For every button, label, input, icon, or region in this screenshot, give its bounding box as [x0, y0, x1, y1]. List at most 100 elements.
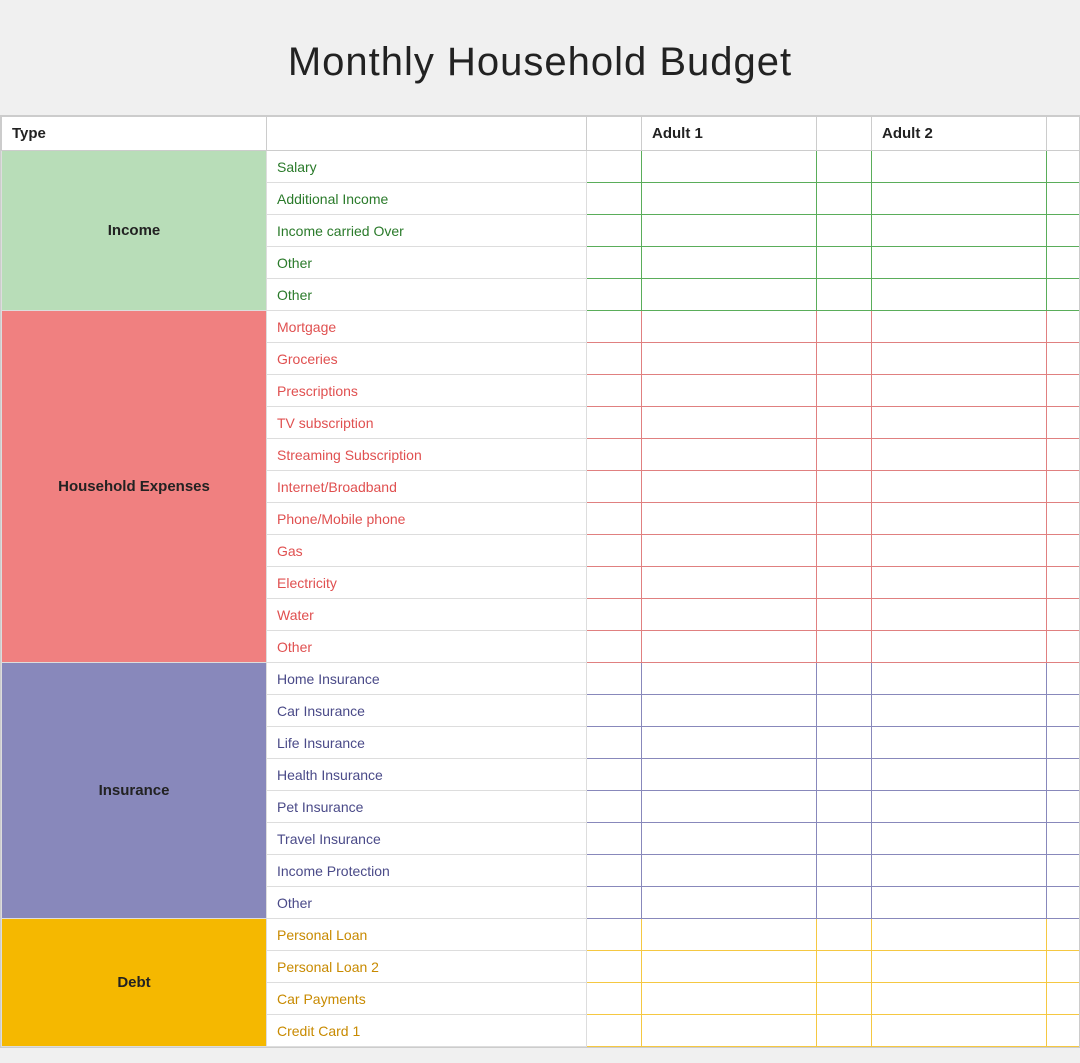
adult2-data-cell[interactable]: [872, 855, 1047, 887]
adult1-data-cell[interactable]: [642, 407, 817, 439]
spacer-cell: [817, 887, 872, 919]
adult2-data-cell[interactable]: [872, 407, 1047, 439]
spacer-cell: [817, 567, 872, 599]
label-cell: Groceries: [267, 343, 587, 375]
adult1-data-cell[interactable]: [642, 663, 817, 695]
adult1-data-cell[interactable]: [642, 919, 817, 951]
adult1-data-cell[interactable]: [642, 983, 817, 1015]
adult2-data-cell[interactable]: [872, 887, 1047, 919]
spacer-cell: [817, 1015, 872, 1047]
label-cell: Other: [267, 247, 587, 279]
extra-cell: [1047, 151, 1080, 183]
adult1-data-cell[interactable]: [642, 887, 817, 919]
spacer-cell: [587, 823, 642, 855]
adult2-data-cell[interactable]: [872, 535, 1047, 567]
adult2-data-cell[interactable]: [872, 919, 1047, 951]
label-cell: Health Insurance: [267, 759, 587, 791]
adult1-data-cell[interactable]: [642, 375, 817, 407]
spacer-cell: [817, 663, 872, 695]
adult2-data-cell[interactable]: [872, 375, 1047, 407]
spacer-cell: [817, 727, 872, 759]
adult1-data-cell[interactable]: [642, 823, 817, 855]
adult1-data-cell[interactable]: [642, 279, 817, 311]
label-cell: Streaming Subscription: [267, 439, 587, 471]
adult1-data-cell[interactable]: [642, 951, 817, 983]
adult1-data-cell[interactable]: [642, 439, 817, 471]
adult2-data-cell[interactable]: [872, 439, 1047, 471]
adult2-data-cell[interactable]: [872, 311, 1047, 343]
adult1-data-cell[interactable]: [642, 247, 817, 279]
adult1-data-cell[interactable]: [642, 535, 817, 567]
spacer-cell: [817, 279, 872, 311]
spacer-cell: [817, 183, 872, 215]
adult1-data-cell[interactable]: [642, 695, 817, 727]
col-extra-header: [1047, 117, 1080, 151]
adult2-data-cell[interactable]: [872, 151, 1047, 183]
adult2-data-cell[interactable]: [872, 279, 1047, 311]
label-cell: Other: [267, 631, 587, 663]
adult1-data-cell[interactable]: [642, 183, 817, 215]
adult2-data-cell[interactable]: [872, 1015, 1047, 1047]
adult2-data-cell[interactable]: [872, 663, 1047, 695]
label-cell: Gas: [267, 535, 587, 567]
spreadsheet-container: Type Adult 1 Adult 2 IncomeSalaryAdditio…: [0, 115, 1080, 1048]
adult1-data-cell[interactable]: [642, 343, 817, 375]
title-area: Monthly Household Budget: [0, 20, 1080, 115]
adult1-data-cell[interactable]: [642, 791, 817, 823]
adult2-data-cell[interactable]: [872, 599, 1047, 631]
spacer-cell: [817, 599, 872, 631]
adult2-data-cell[interactable]: [872, 471, 1047, 503]
spacer-cell: [587, 279, 642, 311]
spacer-cell: [817, 343, 872, 375]
adult2-data-cell[interactable]: [872, 503, 1047, 535]
table-row: DebtPersonal Loan: [2, 919, 1080, 951]
adult1-data-cell[interactable]: [642, 727, 817, 759]
label-cell: Mortgage: [267, 311, 587, 343]
spacer-cell: [817, 215, 872, 247]
adult2-data-cell[interactable]: [872, 567, 1047, 599]
adult2-data-cell[interactable]: [872, 695, 1047, 727]
table-row: InsuranceHome Insurance: [2, 663, 1080, 695]
spacer-cell: [587, 855, 642, 887]
adult1-data-cell[interactable]: [642, 759, 817, 791]
adult2-data-cell[interactable]: [872, 951, 1047, 983]
adult1-data-cell[interactable]: [642, 503, 817, 535]
adult2-data-cell[interactable]: [872, 823, 1047, 855]
extra-cell: [1047, 663, 1080, 695]
spacer-cell: [817, 535, 872, 567]
adult2-data-cell[interactable]: [872, 791, 1047, 823]
label-cell: Personal Loan: [267, 919, 587, 951]
category-cell: Insurance: [2, 663, 267, 919]
spacer-cell: [587, 887, 642, 919]
adult2-data-cell[interactable]: [872, 183, 1047, 215]
extra-cell: [1047, 1015, 1080, 1047]
adult1-data-cell[interactable]: [642, 631, 817, 663]
adult2-data-cell[interactable]: [872, 759, 1047, 791]
extra-cell: [1047, 951, 1080, 983]
adult2-data-cell[interactable]: [872, 727, 1047, 759]
adult1-data-cell[interactable]: [642, 855, 817, 887]
label-cell: Salary: [267, 151, 587, 183]
col-adult1-header: Adult 1: [642, 117, 817, 151]
adult1-data-cell[interactable]: [642, 215, 817, 247]
spacer-cell: [587, 183, 642, 215]
adult2-data-cell[interactable]: [872, 215, 1047, 247]
adult2-data-cell[interactable]: [872, 343, 1047, 375]
label-cell: Income Protection: [267, 855, 587, 887]
adult2-data-cell[interactable]: [872, 631, 1047, 663]
extra-cell: [1047, 183, 1080, 215]
spacer-cell: [587, 759, 642, 791]
adult1-data-cell[interactable]: [642, 567, 817, 599]
label-cell: Phone/Mobile phone: [267, 503, 587, 535]
spacer-cell: [817, 919, 872, 951]
adult1-data-cell[interactable]: [642, 311, 817, 343]
adult1-data-cell[interactable]: [642, 151, 817, 183]
spacer-cell: [817, 631, 872, 663]
adult2-data-cell[interactable]: [872, 983, 1047, 1015]
extra-cell: [1047, 855, 1080, 887]
adult1-data-cell[interactable]: [642, 1015, 817, 1047]
adult2-data-cell[interactable]: [872, 247, 1047, 279]
adult1-data-cell[interactable]: [642, 471, 817, 503]
extra-cell: [1047, 567, 1080, 599]
adult1-data-cell[interactable]: [642, 599, 817, 631]
